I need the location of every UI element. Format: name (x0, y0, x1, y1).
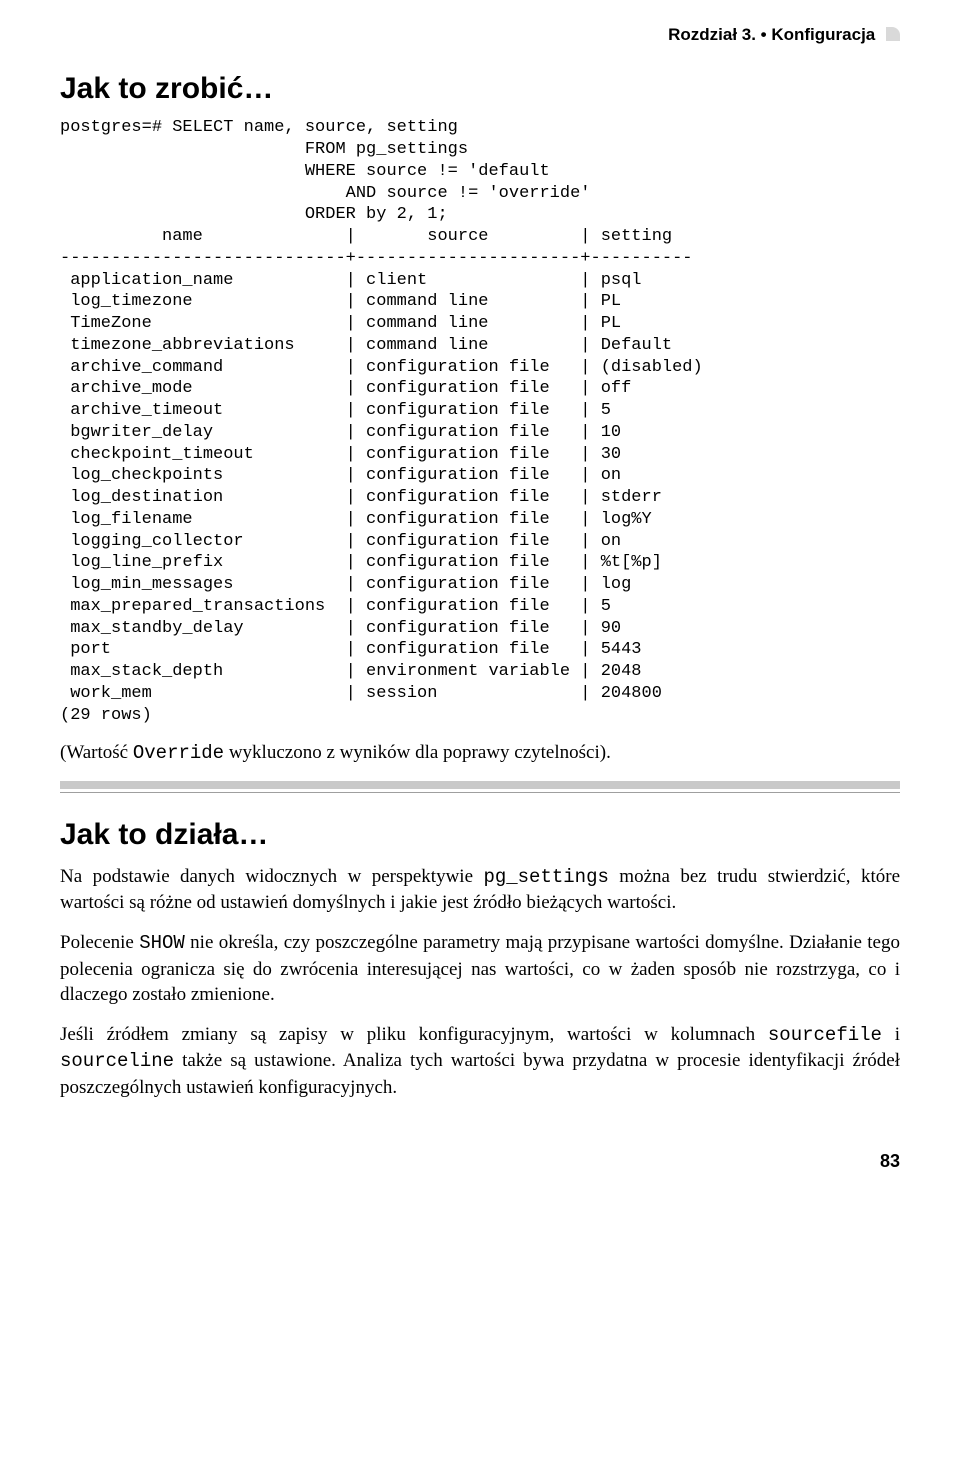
override-note-pre: (Wartość (60, 742, 133, 763)
chapter-header: Rozdział 3. • Konfiguracja (60, 24, 900, 47)
section-divider (60, 781, 900, 793)
page-number: 83 (60, 1149, 900, 1173)
paragraph-2: Polecenie SHOW nie określa, czy poszczeg… (60, 930, 900, 1008)
p2-mono: SHOW (139, 932, 185, 954)
sql-output-block: postgres=# SELECT name, source, setting … (60, 117, 900, 726)
p3-pre: Jeśli źródłem zmiany są zapisy w pliku k… (60, 1024, 768, 1045)
p3-post: także są ustawione. Analiza tych wartośc… (60, 1050, 900, 1098)
section-title-how-it-works: Jak to działa… (60, 815, 900, 856)
chapter-header-text: Rozdział 3. • Konfiguracja (668, 25, 875, 44)
section-title-how-to: Jak to zrobić… (60, 69, 900, 110)
p2-post: nie określa, czy poszczególne parametry … (60, 932, 900, 1005)
paragraph-1: Na podstawie danych widocznych w perspek… (60, 864, 900, 916)
override-note-mono: Override (133, 742, 224, 764)
corner-icon (886, 27, 900, 41)
page: Rozdział 3. • Konfiguracja Jak to zrobić… (0, 0, 960, 1213)
p2-pre: Polecenie (60, 932, 139, 953)
p1-mono: pg_settings (483, 866, 608, 888)
override-note: (Wartość Override wykluczono z wyników d… (60, 740, 900, 767)
p3-mono2: sourceline (60, 1050, 174, 1072)
p3-mono1: sourcefile (768, 1024, 882, 1046)
override-note-post: wykluczono z wyników dla poprawy czyteln… (224, 742, 611, 763)
paragraph-3: Jeśli źródłem zmiany są zapisy w pliku k… (60, 1022, 900, 1101)
p3-mid: i (882, 1024, 900, 1045)
p1-pre: Na podstawie danych widocznych w perspek… (60, 866, 483, 887)
